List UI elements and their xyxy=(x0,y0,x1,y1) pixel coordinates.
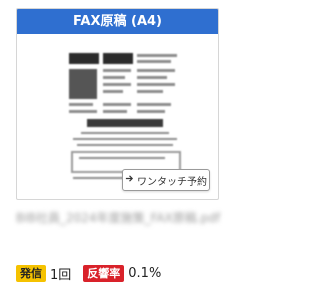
arrow-right-icon xyxy=(125,174,134,186)
send-badge: 発信 xyxy=(16,265,46,282)
stats-row: 発信 1回 反響率 0.1% xyxy=(16,264,161,283)
fax-template-card[interactable]: FAX原稿 (A4) ワンタッチ予約 xyxy=(16,8,219,200)
file-name-link[interactable]: BIB社員_2024年度施策_FAX原稿.pdf xyxy=(16,210,226,227)
send-count: 1回 xyxy=(50,268,72,283)
response-rate-value: 0.1% xyxy=(128,266,162,281)
card-title: FAX原稿 (A4) xyxy=(17,9,218,34)
one-touch-reserve-button[interactable]: ワンタッチ予約 xyxy=(122,169,210,191)
response-rate-badge: 反響率 xyxy=(83,265,125,282)
reserve-button-label: ワンタッチ予約 xyxy=(137,176,207,188)
